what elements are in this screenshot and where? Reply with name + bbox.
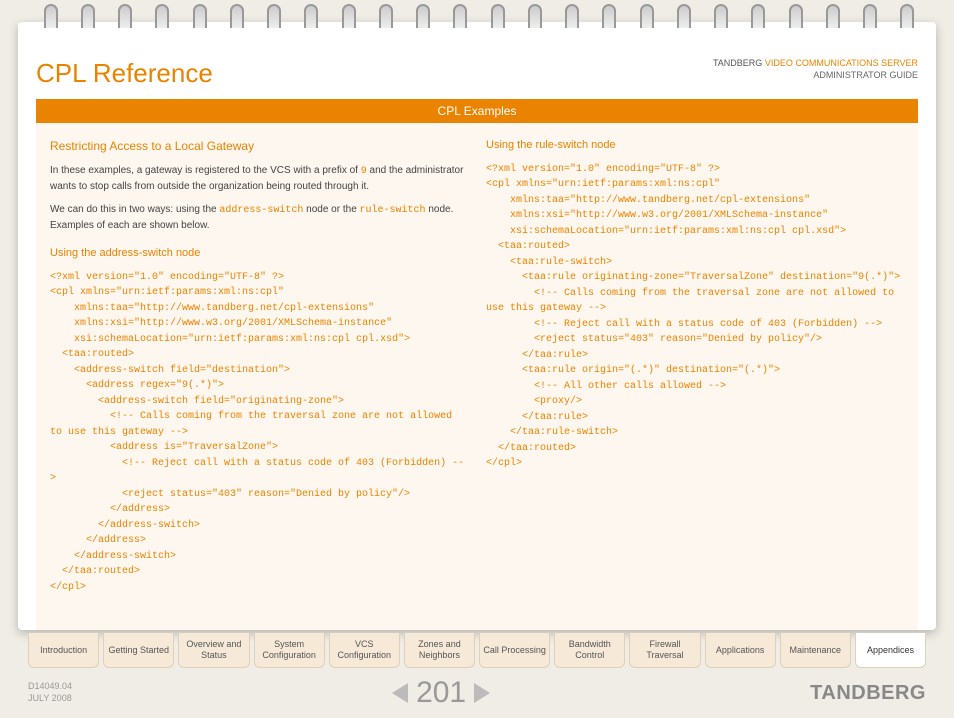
next-page-arrow-icon[interactable] xyxy=(474,683,490,703)
doc-meta: D14049.04 JULY 2008 xyxy=(28,681,72,704)
left-subhead2: Using the address-switch node xyxy=(50,245,468,262)
inline-code: address-switch xyxy=(219,205,303,216)
tab-vcs-configuration[interactable]: VCS Configuration xyxy=(329,633,400,668)
left-subhead: Restricting Access to a Local Gateway xyxy=(50,137,468,155)
doc-id: D14049.04 xyxy=(28,681,72,693)
tab-overview-and-status[interactable]: Overview and Status xyxy=(178,633,249,668)
tab-appendices[interactable]: Appendices xyxy=(855,633,926,668)
header-meta: TANDBERG VIDEO COMMUNICATIONS SERVER ADM… xyxy=(713,58,918,81)
page-nav: 201 xyxy=(392,676,490,710)
brand-logo: TANDBERG xyxy=(810,682,926,705)
page-title: CPL Reference xyxy=(36,58,213,89)
spiral-binding xyxy=(0,0,954,38)
section-bar: CPL Examples xyxy=(36,99,918,123)
tab-call-processing[interactable]: Call Processing xyxy=(479,633,550,668)
right-column: Using the rule-switch node <?xml version… xyxy=(486,137,904,595)
header-guide: ADMINISTRATOR GUIDE xyxy=(813,70,918,80)
tab-zones-and-neighbors[interactable]: Zones and Neighbors xyxy=(404,633,475,668)
page-header: CPL Reference TANDBERG VIDEO COMMUNICATI… xyxy=(36,58,918,89)
tab-getting-started[interactable]: Getting Started xyxy=(103,633,174,668)
content-area: Restricting Access to a Local Gateway In… xyxy=(36,123,918,630)
text-span: node or the xyxy=(303,204,359,215)
bottom-tabs: IntroductionGetting StartedOverview and … xyxy=(28,633,926,668)
tab-applications[interactable]: Applications xyxy=(705,633,776,668)
prev-page-arrow-icon[interactable] xyxy=(392,683,408,703)
text-span: We can do this in two ways: using the xyxy=(50,204,219,215)
doc-date: JULY 2008 xyxy=(28,693,72,705)
left-para-1: In these examples, a gateway is register… xyxy=(50,163,468,194)
tab-maintenance[interactable]: Maintenance xyxy=(780,633,851,668)
tab-system-configuration[interactable]: System Configuration xyxy=(254,633,325,668)
tab-bandwidth-control[interactable]: Bandwidth Control xyxy=(554,633,625,668)
inline-code: rule-switch xyxy=(360,205,426,216)
right-codeblock: <?xml version="1.0" encoding="UTF-8" ?> … xyxy=(486,162,904,472)
footer: D14049.04 JULY 2008 201 TANDBERG xyxy=(28,676,926,710)
text-span: In these examples, a gateway is register… xyxy=(50,165,361,176)
right-subhead2: Using the rule-switch node xyxy=(486,137,904,154)
page-number: 201 xyxy=(416,676,466,710)
left-column: Restricting Access to a Local Gateway In… xyxy=(50,137,468,595)
document-page: CPL Reference TANDBERG VIDEO COMMUNICATI… xyxy=(18,22,936,630)
tab-firewall-traversal[interactable]: Firewall Traversal xyxy=(629,633,700,668)
left-para-2: We can do this in two ways: using the ad… xyxy=(50,202,468,233)
tab-introduction[interactable]: Introduction xyxy=(28,633,99,668)
header-brand: TANDBERG xyxy=(713,58,762,68)
header-product: VIDEO COMMUNICATIONS SERVER xyxy=(765,58,918,68)
left-codeblock: <?xml version="1.0" encoding="UTF-8" ?> … xyxy=(50,270,468,596)
